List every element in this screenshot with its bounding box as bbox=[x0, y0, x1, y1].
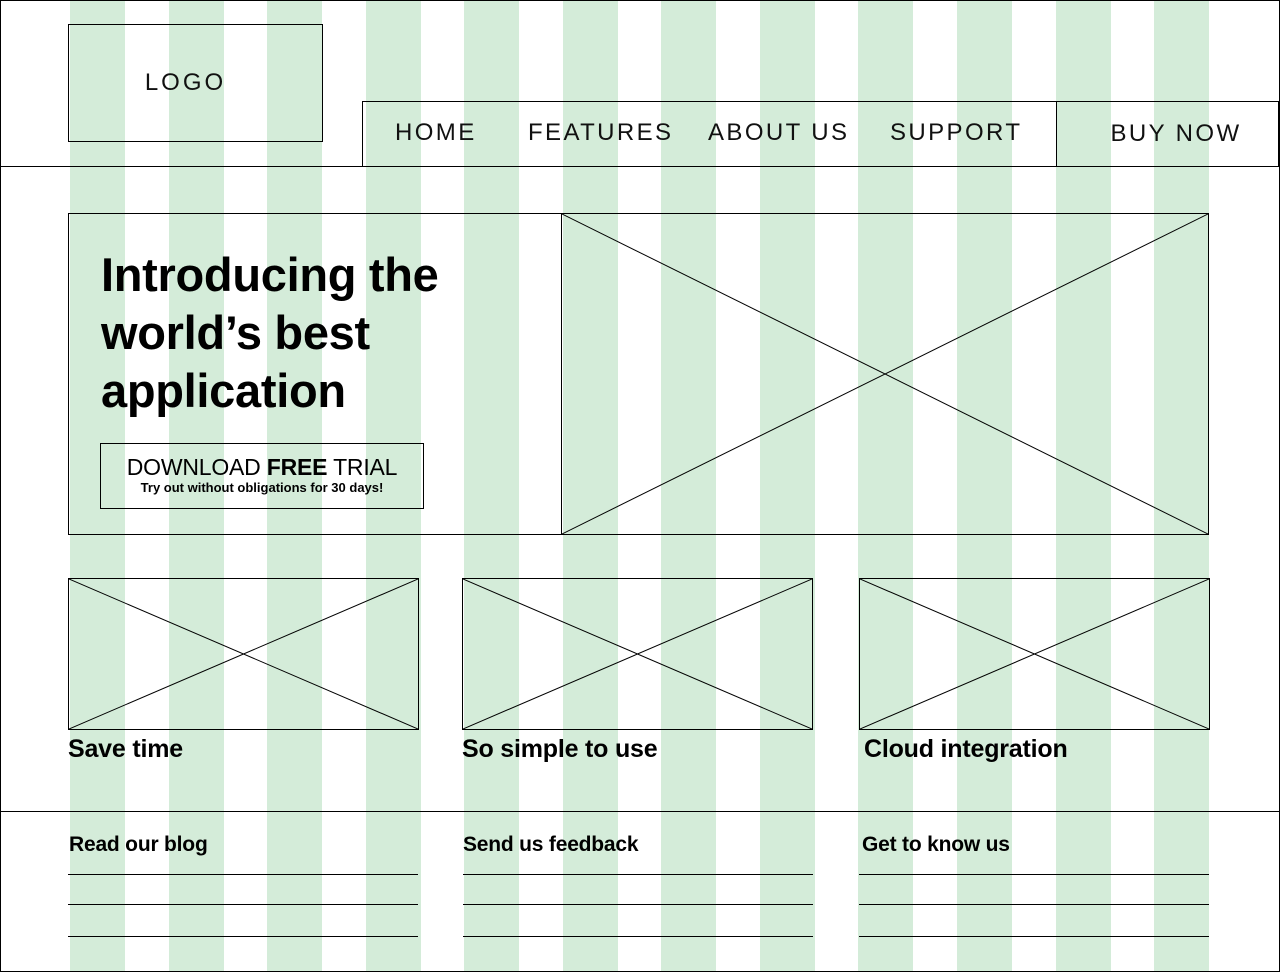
footer-link-line[interactable] bbox=[68, 936, 418, 937]
cta-label: DOWNLOAD FREE TRIAL bbox=[101, 454, 423, 480]
hero-title-line-3: application bbox=[101, 364, 346, 417]
buy-now-label: BUY NOW bbox=[1110, 120, 1242, 147]
hero-title-line-2: world’s best bbox=[101, 306, 370, 359]
hero-title-line-1: Introducing the bbox=[101, 248, 439, 301]
feature-image-placeholder bbox=[859, 578, 1210, 730]
nav-item-about-us[interactable]: ABOUT US bbox=[708, 119, 849, 147]
footer-link-line[interactable] bbox=[859, 904, 1209, 905]
image-placeholder-icon bbox=[562, 214, 1208, 534]
image-placeholder-icon bbox=[860, 579, 1209, 729]
footer-link-line[interactable] bbox=[463, 904, 813, 905]
footer-divider bbox=[0, 811, 1280, 812]
footer-column-title: Send us feedback bbox=[463, 833, 639, 856]
nav-item-support[interactable]: SUPPORT bbox=[890, 119, 1022, 147]
feature-image-placeholder bbox=[68, 578, 419, 730]
download-free-trial-button[interactable]: DOWNLOAD FREE TRIAL Try out without obli… bbox=[100, 443, 424, 509]
main-nav: HOME FEATURES ABOUT US SUPPORT bbox=[362, 101, 1057, 167]
buy-now-button[interactable]: BUY NOW bbox=[1056, 101, 1279, 167]
footer-link-line[interactable] bbox=[859, 936, 1209, 937]
image-placeholder-icon bbox=[69, 579, 418, 729]
feature-image-placeholder bbox=[462, 578, 813, 730]
feature-title: So simple to use bbox=[462, 735, 658, 763]
footer-link-line[interactable] bbox=[68, 904, 418, 905]
footer-link-line[interactable] bbox=[859, 874, 1209, 875]
feature-title: Cloud integration bbox=[864, 735, 1068, 763]
footer-column-title: Read our blog bbox=[69, 833, 208, 856]
logo[interactable]: LOGO bbox=[68, 24, 323, 142]
feature-title: Save time bbox=[68, 735, 183, 763]
nav-item-home[interactable]: HOME bbox=[395, 119, 477, 147]
nav-item-features[interactable]: FEATURES bbox=[528, 119, 673, 147]
footer-column-title: Get to know us bbox=[862, 833, 1010, 856]
cta-label-prefix: DOWNLOAD bbox=[126, 454, 267, 480]
cta-label-emphasis: FREE bbox=[266, 454, 328, 480]
cta-label-suffix: TRIAL bbox=[327, 454, 398, 480]
cta-subtitle: Try out without obligations for 30 days! bbox=[140, 480, 384, 495]
footer-link-line[interactable] bbox=[68, 874, 418, 875]
footer-link-line[interactable] bbox=[463, 874, 813, 875]
logo-label: LOGO bbox=[144, 69, 227, 96]
hero-title: Introducing the world’s best application bbox=[101, 246, 521, 420]
hero-image-placeholder bbox=[561, 213, 1209, 535]
footer-link-line[interactable] bbox=[463, 936, 813, 937]
image-placeholder-icon bbox=[463, 579, 812, 729]
